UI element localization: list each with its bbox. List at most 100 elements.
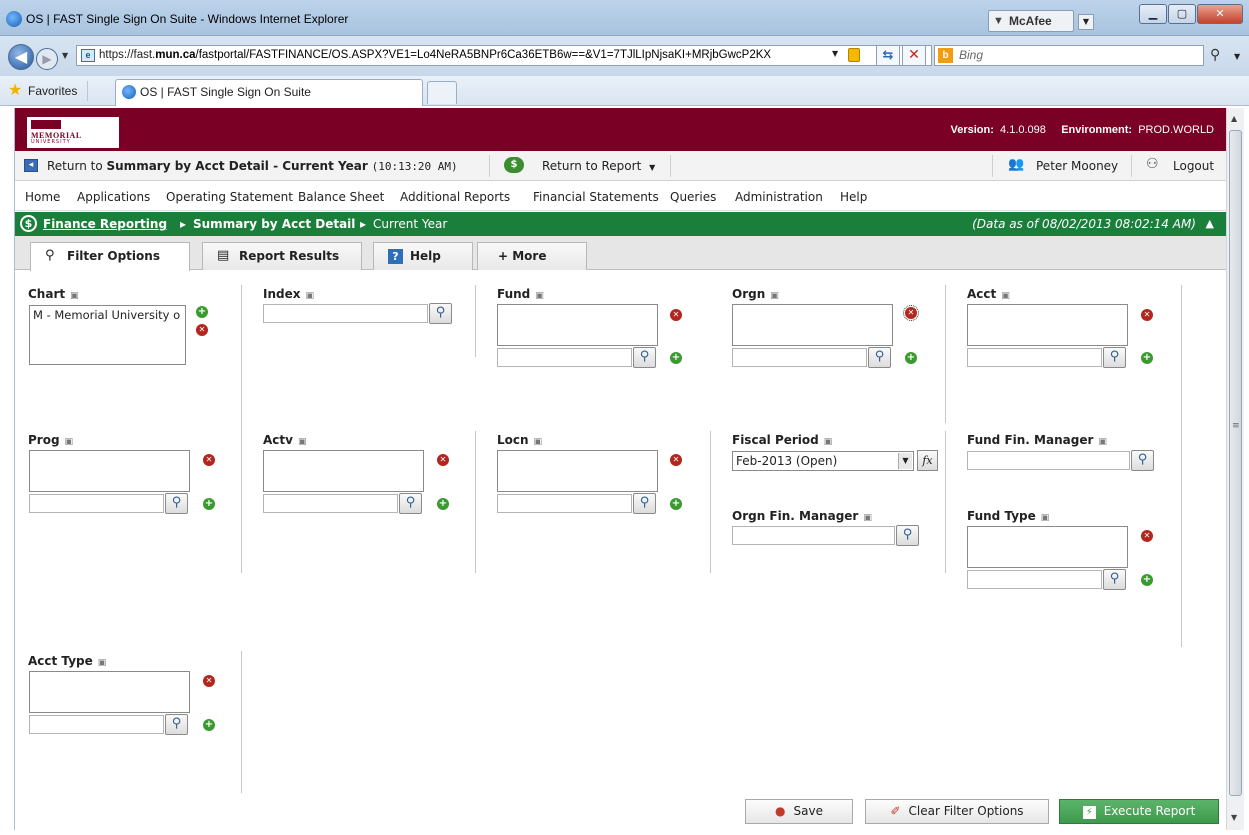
scrollbar-grip-icon: ≡ xyxy=(1232,421,1240,431)
fund-type-input[interactable] xyxy=(967,570,1102,589)
logout-button[interactable]: Logout xyxy=(1173,159,1214,173)
menu-item-administration[interactable]: Administration xyxy=(735,190,823,204)
remove-acct-type-icon[interactable]: ✕ xyxy=(203,675,215,687)
tab-more[interactable]: + More xyxy=(477,242,587,270)
url-dropdown-icon[interactable]: ▼ xyxy=(832,49,838,58)
remove-prog-icon[interactable]: ✕ xyxy=(203,454,215,466)
user-name[interactable]: Peter Mooney xyxy=(1036,159,1118,173)
actv-input[interactable] xyxy=(263,494,398,513)
mcafee-dropdown[interactable]: ▼ xyxy=(1078,14,1094,30)
close-button[interactable]: ✕ xyxy=(1197,4,1243,24)
scrollbar-thumb[interactable] xyxy=(1229,130,1242,796)
return-report-icon[interactable]: $ xyxy=(504,157,524,173)
fund-lookup-icon[interactable]: ⚲ xyxy=(633,347,656,368)
menu-item-help[interactable]: Help xyxy=(840,190,867,204)
add-locn-icon[interactable]: + xyxy=(670,498,682,510)
add-orgn-icon[interactable]: + xyxy=(905,352,917,364)
index-lookup-icon[interactable]: ⚲ xyxy=(429,303,452,324)
actv-lookup-icon[interactable]: ⚲ xyxy=(399,493,422,514)
orgn-lookup-icon[interactable]: ⚲ xyxy=(868,347,891,368)
prog-listbox[interactable] xyxy=(29,450,190,492)
remove-actv-icon[interactable]: ✕ xyxy=(437,454,449,466)
new-tab-button[interactable] xyxy=(427,81,457,104)
add-acct-icon[interactable]: + xyxy=(1141,352,1153,364)
locn-input[interactable] xyxy=(497,494,632,513)
orgn-listbox[interactable] xyxy=(732,304,893,346)
fund-fin-manager-lookup-icon[interactable]: ⚲ xyxy=(1131,450,1154,471)
minimize-button[interactable]: ▁ xyxy=(1139,4,1167,24)
acct-type-input[interactable] xyxy=(29,715,164,734)
prog-input[interactable] xyxy=(29,494,164,513)
menu-item-applications[interactable]: Applications xyxy=(77,190,150,204)
add-acct-type-icon[interactable]: + xyxy=(203,719,215,731)
history-dropdown-icon[interactable]: ▼ xyxy=(62,51,68,60)
return-link[interactable]: Return to Summary by Acct Detail - Curre… xyxy=(47,159,458,173)
remove-orgn-icon[interactable]: ✕ xyxy=(903,305,919,321)
orgn-input[interactable] xyxy=(732,348,867,367)
add-actv-icon[interactable]: + xyxy=(437,498,449,510)
favorites-button[interactable]: ★ Favorites xyxy=(6,81,89,101)
return-to-report-button[interactable]: Return to Report ▼ xyxy=(542,159,655,173)
locn-lookup-icon[interactable]: ⚲ xyxy=(633,493,656,514)
mcafee-button[interactable]: McAfee xyxy=(988,10,1074,32)
search-input[interactable]: b Bing xyxy=(934,45,1204,66)
remove-chart-icon[interactable]: ✕ xyxy=(196,324,208,336)
lock-icon[interactable] xyxy=(848,48,860,62)
stop-icon[interactable]: ✕ xyxy=(902,45,926,66)
save-button[interactable]: ● Save xyxy=(745,799,853,824)
tab-filter-options[interactable]: ⚲ Filter Options xyxy=(30,242,190,271)
menu-item-financial-statements[interactable]: Financial Statements xyxy=(533,190,659,204)
collapse-icon[interactable]: ▲ xyxy=(1206,217,1214,230)
page-scrollbar[interactable]: ▲ ≡ ▼ xyxy=(1226,108,1244,830)
fund-input[interactable] xyxy=(497,348,632,367)
clear-filter-options-button[interactable]: ✐ Clear Filter Options xyxy=(865,799,1049,824)
acct-lookup-icon[interactable]: ⚲ xyxy=(1103,347,1126,368)
orgn-fin-manager-input[interactable] xyxy=(732,526,895,545)
url-field[interactable]: e https://fast.mun.ca/fastportal/FASTFIN… xyxy=(76,45,932,66)
index-input[interactable] xyxy=(263,304,428,323)
scroll-up-icon[interactable]: ▲ xyxy=(1231,114,1237,123)
add-fund-type-icon[interactable]: + xyxy=(1141,574,1153,586)
menu-item-additional-reports[interactable]: Additional Reports xyxy=(400,190,510,204)
fund-type-lookup-icon[interactable]: ⚲ xyxy=(1103,569,1126,590)
search-icon[interactable]: ⚲ xyxy=(1210,47,1220,63)
breadcrumb-finance-reporting[interactable]: Finance Reporting xyxy=(43,217,167,231)
execute-report-button[interactable]: ⚡ Execute Report xyxy=(1059,799,1219,824)
return-icon[interactable]: ◂ xyxy=(24,159,38,172)
acct-type-listbox[interactable] xyxy=(29,671,190,713)
remove-locn-icon[interactable]: ✕ xyxy=(670,454,682,466)
logout-icon[interactable]: ⚇ xyxy=(1146,156,1164,174)
acct-input[interactable] xyxy=(967,348,1102,367)
fiscal-period-select[interactable]: Feb-2013 (Open) ▼ xyxy=(732,451,914,471)
refresh-icon[interactable]: ⇆ xyxy=(876,45,900,66)
fund-listbox[interactable] xyxy=(497,304,658,346)
remove-fund-icon[interactable]: ✕ xyxy=(670,309,682,321)
search-dropdown-icon[interactable]: ▼ xyxy=(1234,52,1240,61)
tab-help[interactable]: ? Help xyxy=(373,242,473,270)
add-prog-icon[interactable]: + xyxy=(203,498,215,510)
prog-lookup-icon[interactable]: ⚲ xyxy=(165,493,188,514)
forward-button[interactable]: ▶ xyxy=(36,48,58,70)
browser-tab[interactable]: OS | FAST Single Sign On Suite xyxy=(115,79,423,106)
fund-fin-manager-input[interactable] xyxy=(967,451,1130,470)
maximize-button[interactable]: ▢ xyxy=(1168,4,1196,24)
menu-item-balance-sheet[interactable]: Balance Sheet xyxy=(298,190,384,204)
remove-acct-icon[interactable]: ✕ xyxy=(1141,309,1153,321)
acct-listbox[interactable] xyxy=(967,304,1128,346)
actv-listbox[interactable] xyxy=(263,450,424,492)
add-fund-icon[interactable]: + xyxy=(670,352,682,364)
orgn-fin-manager-lookup-icon[interactable]: ⚲ xyxy=(896,525,919,546)
tab-report-results[interactable]: ▤ Report Results xyxy=(202,242,362,270)
fx-icon[interactable]: fx xyxy=(917,450,938,471)
locn-listbox[interactable] xyxy=(497,450,658,492)
menu-item-home[interactable]: Home xyxy=(25,190,60,204)
fund-type-listbox[interactable] xyxy=(967,526,1128,568)
chart-listbox[interactable]: M - Memorial University o xyxy=(29,305,186,365)
back-button[interactable]: ◀ xyxy=(8,44,34,70)
remove-fund-type-icon[interactable]: ✕ xyxy=(1141,530,1153,542)
menu-item-operating-statement[interactable]: Operating Statement xyxy=(166,190,293,204)
scroll-down-icon[interactable]: ▼ xyxy=(1231,813,1237,822)
acct-type-lookup-icon[interactable]: ⚲ xyxy=(165,714,188,735)
menu-item-queries[interactable]: Queries xyxy=(670,190,716,204)
add-chart-icon[interactable]: + xyxy=(196,306,208,318)
